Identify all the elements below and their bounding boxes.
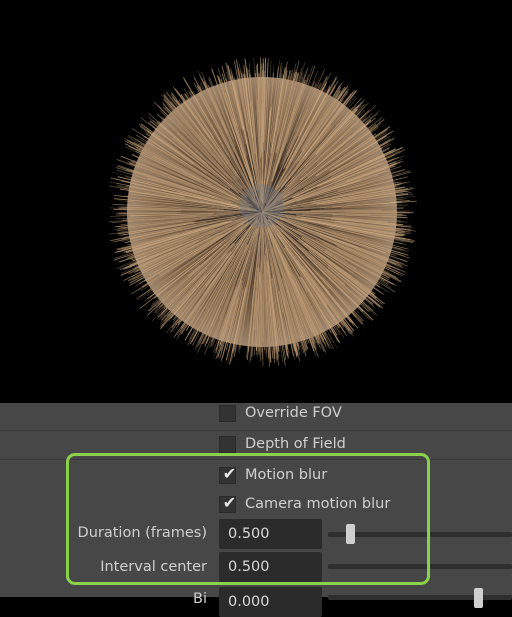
fur-ball-render (0, 0, 512, 403)
row-divider (0, 430, 512, 431)
duration-input[interactable]: 0.500 (219, 519, 322, 549)
depth-of-field-checkbox[interactable] (219, 436, 236, 453)
camera-motion-blur-checkbox[interactable]: ✔ (219, 496, 236, 513)
camera-motion-blur-label: Camera motion blur (245, 496, 390, 512)
override-fov-checkbox[interactable] (219, 405, 236, 422)
interval-center-label: Interval center (100, 559, 207, 575)
override-fov-label: Override FOV (245, 405, 342, 421)
motion-blur-checkbox[interactable]: ✔ (219, 467, 236, 484)
partial-row-label: Bi (193, 591, 207, 607)
partial-row-input[interactable]: 0.000 (219, 587, 322, 617)
checkmark-icon: ✔ (221, 464, 238, 481)
camera-settings-panel: Override FOV Depth of Field ✔ Motion blu… (0, 403, 512, 597)
checkmark-icon: ✔ (221, 493, 238, 510)
interval-center-slider-track[interactable] (328, 564, 512, 569)
row-divider (0, 459, 512, 460)
duration-slider-handle[interactable] (346, 524, 355, 544)
duration-label: Duration (frames) (78, 525, 207, 541)
interval-center-input[interactable]: 0.500 (219, 552, 322, 582)
duration-slider-track[interactable] (328, 532, 512, 537)
partial-row-slider-handle[interactable] (474, 588, 483, 608)
depth-of-field-label: Depth of Field (245, 436, 346, 452)
partial-row-slider-track[interactable] (328, 595, 512, 600)
motion-blur-label: Motion blur (245, 467, 327, 483)
render-viewport (0, 0, 512, 403)
